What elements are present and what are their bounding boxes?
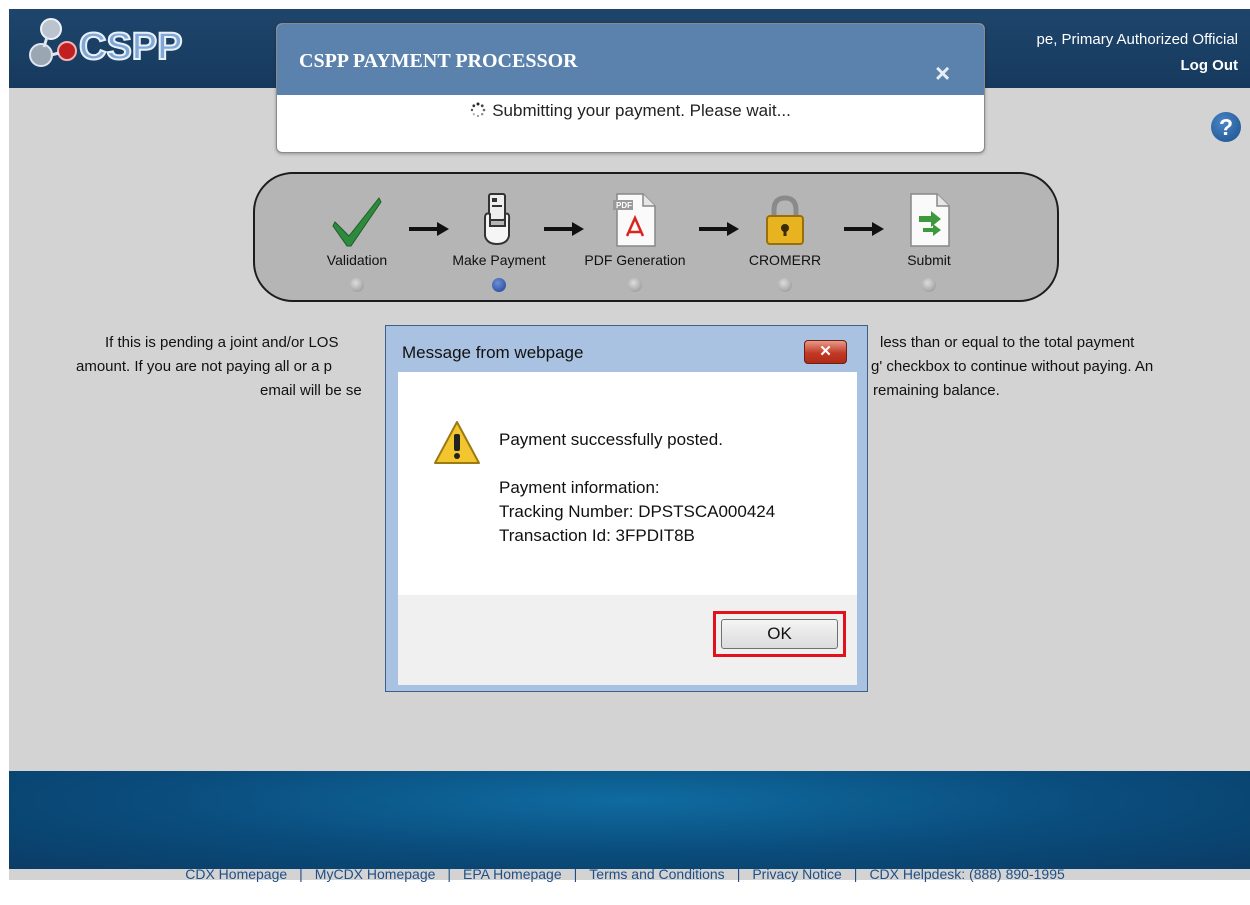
step-submit: Submit (874, 192, 984, 292)
step-indicator (628, 278, 642, 292)
step-indicator (922, 278, 936, 292)
close-icon[interactable]: ✕ (804, 340, 847, 364)
footer-link-helpdesk[interactable]: CDX Helpdesk: (888) 890-1995 (869, 866, 1064, 882)
close-icon[interactable]: × (935, 60, 950, 86)
payment-processor-dialog: CSPP PAYMENT PROCESSOR × Submitting your… (276, 23, 985, 153)
card-hand-icon (471, 192, 527, 248)
footer-link-terms[interactable]: Terms and Conditions (589, 866, 724, 882)
processing-status-text: Submitting your payment. Please wait... (492, 101, 791, 120)
footer-separator: | (853, 866, 858, 882)
padlock-icon (757, 192, 813, 248)
step-indicator-active (492, 278, 506, 292)
footer-band (9, 771, 1250, 869)
step-label: Submit (907, 252, 951, 268)
step-pdf-generation: PDF PDF Generation (580, 192, 690, 292)
submit-document-icon (901, 192, 957, 248)
processing-status: Submitting your payment. Please wait... (277, 101, 984, 121)
message-button-area: OK (398, 595, 857, 685)
step-indicator (350, 278, 364, 292)
instructions-line: less than or equal to the total payment (880, 334, 1135, 351)
footer-separator: | (736, 866, 741, 882)
footer-links: CDX Homepage | MyCDX Homepage | EPA Homepage… (0, 866, 1250, 882)
cspp-logo: CSPP (27, 15, 202, 71)
svg-text:CSPP: CSPP (79, 26, 182, 68)
instructions-line: If this is pending a joint and/or LOS (105, 334, 339, 351)
step-label: CROMERR (748, 252, 822, 268)
instructions-line: remaining balance. (873, 382, 1000, 399)
step-make-payment: Make Payment (444, 192, 554, 292)
step-label: Validation (326, 252, 388, 268)
logout-link[interactable]: Log Out (1181, 57, 1238, 74)
user-name-label: pe, Primary Authorized Official (1036, 31, 1238, 48)
footer-separator: | (299, 866, 303, 882)
footer-separator: | (447, 866, 452, 882)
footer-link-cdx-homepage[interactable]: CDX Homepage (185, 866, 287, 882)
pdf-icon: PDF (607, 192, 663, 248)
message-dialog: Message from webpage ✕ Payment successfu… (385, 325, 868, 692)
arrow-right-icon (544, 222, 584, 236)
step-indicator (778, 278, 792, 292)
arrow-right-icon (409, 222, 449, 236)
help-icon[interactable]: ? (1211, 112, 1241, 142)
message-dialog-body: Payment successfully posted. Payment inf… (398, 372, 857, 685)
transaction-id: Transaction Id: 3FPDIT8B (499, 526, 695, 545)
warning-icon (434, 421, 480, 464)
tracking-number: Tracking Number: DPSTSCA000424 (499, 502, 776, 521)
footer-link-privacy[interactable]: Privacy Notice (752, 866, 841, 882)
checkmark-icon (329, 192, 385, 248)
footer-link-mycdx-homepage[interactable]: MyCDX Homepage (315, 866, 436, 882)
step-label: PDF Generation (584, 252, 686, 268)
footer-separator: | (573, 866, 578, 882)
instructions-line: amount. If you are not paying all or a p (76, 358, 332, 375)
message-text: Payment successfully posted. (499, 430, 723, 449)
payment-info-heading: Payment information: (499, 478, 660, 497)
dialog-title-bar: CSPP PAYMENT PROCESSOR × (277, 24, 984, 95)
step-validation: Validation (302, 192, 412, 292)
footer-link-epa-homepage[interactable]: EPA Homepage (463, 866, 562, 882)
instructions-line: g' checkbox to continue without paying. … (871, 358, 1154, 375)
ok-button[interactable]: OK (721, 619, 838, 649)
svg-text:PDF: PDF (616, 201, 632, 210)
step-label: Make Payment (452, 252, 546, 268)
step-cromerr: CROMERR (730, 192, 840, 292)
loading-spinner-icon (471, 102, 486, 118)
ok-button-highlight: OK (713, 611, 846, 657)
instructions-line: email will be se (260, 382, 362, 399)
payment-steps-panel: Validation Make Payment PDF PDF Generati… (253, 172, 1059, 302)
dialog-title: CSPP PAYMENT PROCESSOR (299, 50, 578, 72)
message-dialog-title: Message from webpage (402, 343, 584, 362)
message-text-block: Payment successfully posted. Payment inf… (499, 428, 775, 548)
